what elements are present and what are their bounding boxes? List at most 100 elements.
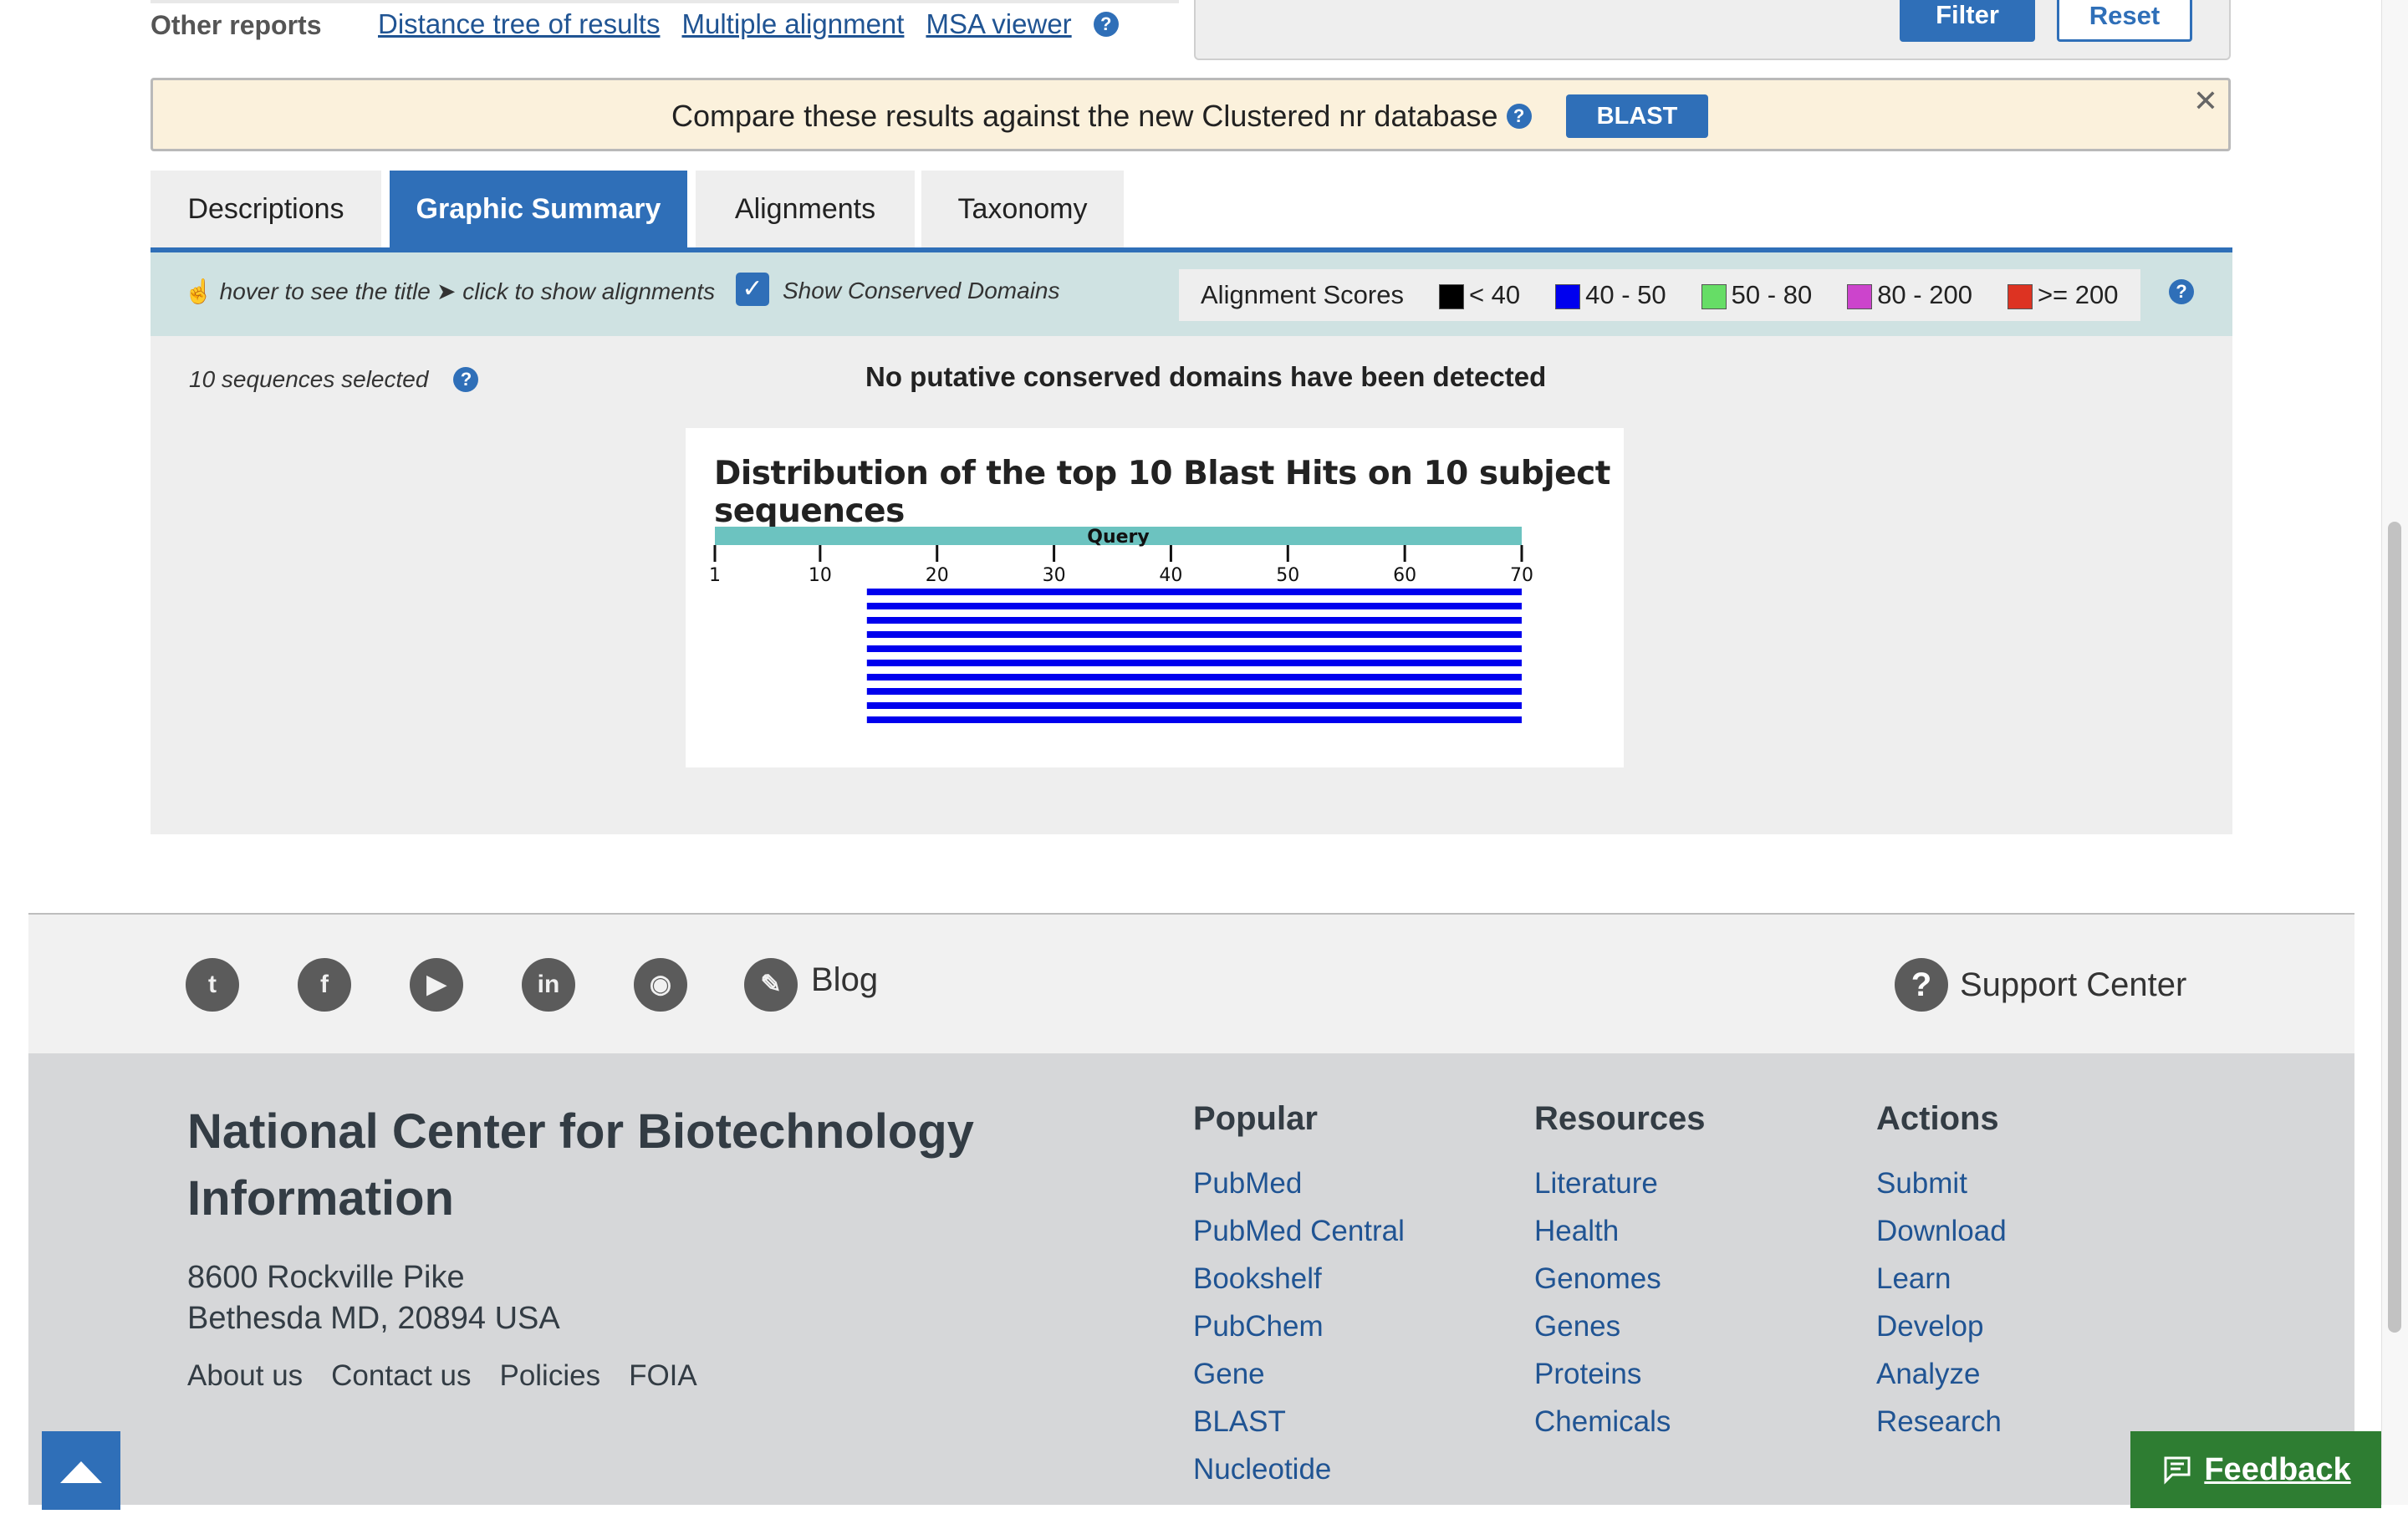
scroll-to-top-button[interactable] <box>42 1431 120 1510</box>
click-hint: ➤ click to show alignments <box>436 278 715 305</box>
feedback-button[interactable]: Feedback <box>2130 1431 2381 1508</box>
graphic-toolbar: ☝ hover to see the title ➤ click to show… <box>150 252 2232 336</box>
footer-link[interactable]: Develop <box>1876 1302 2007 1350</box>
footer-link[interactable]: Gene <box>1193 1350 1405 1398</box>
reset-button[interactable]: Reset <box>2057 0 2192 42</box>
tab-taxonomy[interactable]: Taxonomy <box>921 171 1124 247</box>
score-label: < 40 <box>1468 280 1521 309</box>
footer-link[interactable]: Literature <box>1534 1160 1706 1207</box>
blast-button[interactable]: BLAST <box>1566 94 1708 138</box>
score-label: 50 - 80 <box>1731 280 1813 309</box>
other-reports-links: Distance tree of results Multiple alignm… <box>378 8 1119 40</box>
contact-us-link[interactable]: Contact us <box>331 1359 471 1393</box>
address-line-2: Bethesda MD, 20894 USA <box>187 1301 560 1336</box>
hit-bar <box>866 716 1522 723</box>
tab-graphic-summary[interactable]: Graphic Summary <box>390 171 687 247</box>
address-line-1: 8600 Rockville Pike <box>187 1260 465 1295</box>
help-icon[interactable]: ? <box>1093 12 1119 37</box>
footer-col-heading: Actions <box>1876 1100 1999 1137</box>
score-legend-item: 50 - 80 <box>1701 280 1813 310</box>
org-name: National Center for Biotechnology Inform… <box>187 1104 974 1226</box>
footer-link[interactable]: Proteins <box>1534 1350 1706 1398</box>
footer-link[interactable]: Submit <box>1876 1160 2007 1207</box>
about-us-link[interactable]: About us <box>187 1359 303 1393</box>
facebook-icon[interactable]: f <box>298 958 351 1012</box>
footer-social-bar: t f ▶ in ◉ ✎ Blog ? Support Center <box>28 913 2354 1055</box>
show-domains-checkbox[interactable]: ✓ <box>736 273 769 306</box>
tick-label: 30 <box>1043 565 1066 586</box>
footer-link[interactable]: Research <box>1876 1398 2007 1445</box>
foia-link[interactable]: FOIA <box>629 1359 697 1393</box>
linkedin-icon[interactable]: in <box>522 958 575 1012</box>
filter-button[interactable]: Filter <box>1900 0 2035 42</box>
footer-link[interactable]: Analyze <box>1876 1350 2007 1398</box>
score-legend-item: < 40 <box>1438 280 1521 310</box>
address: 8600 Rockville Pike Bethesda MD, 20894 U… <box>187 1257 560 1339</box>
hit-bar <box>866 702 1522 709</box>
help-icon[interactable]: ? <box>2169 279 2194 304</box>
feedback-label: Feedback <box>2204 1451 2351 1487</box>
tick-label: 1 <box>709 565 721 586</box>
results-tabs: Descriptions Graphic Summary Alignments … <box>150 171 2232 251</box>
footer-link[interactable]: PubChem <box>1193 1302 1405 1350</box>
footer-col-heading: Popular <box>1193 1100 1318 1137</box>
tick-label: 40 <box>1159 565 1182 586</box>
multiple-alignment-link[interactable]: Multiple alignment <box>681 8 904 40</box>
hit-bar <box>866 674 1522 681</box>
footer-link[interactable]: PubMed Central <box>1193 1207 1405 1255</box>
sequences-selected: 10 sequences selected ? <box>189 366 479 393</box>
youtube-icon[interactable]: ▶ <box>410 958 463 1012</box>
footer-link[interactable]: Chemicals <box>1534 1398 1706 1445</box>
footer-link[interactable]: Nucleotide <box>1193 1445 1405 1493</box>
tick-label: 50 <box>1276 565 1299 586</box>
footer-link[interactable]: Learn <box>1876 1255 2007 1302</box>
score-label: 40 - 50 <box>1585 280 1666 309</box>
cursor-arrow-icon: ➤ <box>436 278 457 304</box>
arrow-up-icon <box>60 1461 102 1483</box>
banner-message-wrap: Compare these results against the new Cl… <box>671 99 1532 134</box>
hit-bar <box>866 660 1522 666</box>
score-swatch <box>1555 283 1581 309</box>
score-label: >= 200 <box>2037 280 2119 309</box>
click-hint-text: click to show alignments <box>462 278 716 304</box>
hit-bar <box>866 603 1522 609</box>
score-swatch <box>2007 283 2033 309</box>
footer-link[interactable]: Health <box>1534 1207 1706 1255</box>
filter-panel: Filter Reset <box>1194 0 2231 60</box>
close-icon[interactable]: ✕ <box>2193 84 2218 119</box>
tab-descriptions[interactable]: Descriptions <box>150 171 381 247</box>
score-legend-item: >= 200 <box>2007 280 2119 310</box>
tick-label: 70 <box>1510 565 1533 586</box>
question-icon: ? <box>1895 958 1948 1012</box>
support-center-link[interactable]: ? Support Center <box>1895 958 2186 1012</box>
msa-viewer-link[interactable]: MSA viewer <box>926 8 1071 40</box>
hits-chart: Query 1 10 20 30 40 50 60 70 <box>709 527 1533 723</box>
footer-link[interactable]: Bookshelf <box>1193 1255 1405 1302</box>
chat-icon <box>2164 1456 2191 1485</box>
github-icon[interactable]: ◉ <box>634 958 687 1012</box>
banner-message: Compare these results against the new Cl… <box>671 99 1498 133</box>
score-label: 80 - 200 <box>1877 280 1972 309</box>
footer-link[interactable]: PubMed <box>1193 1160 1405 1207</box>
no-domains-message: No putative conserved domains have been … <box>865 361 1547 392</box>
policies-link[interactable]: Policies <box>499 1359 600 1393</box>
blog-link[interactable]: Blog <box>811 961 878 999</box>
help-icon[interactable]: ? <box>1506 104 1532 129</box>
scrollbar-thumb[interactable] <box>2388 522 2401 1333</box>
footer-col-heading: Resources <box>1534 1100 1706 1137</box>
footer-main: National Center for Biotechnology Inform… <box>28 1053 2354 1505</box>
footer-link[interactable]: BLAST <box>1193 1398 1405 1445</box>
blog-icon[interactable]: ✎ <box>744 958 798 1012</box>
tab-alignments[interactable]: Alignments <box>696 171 915 247</box>
twitter-icon[interactable]: t <box>186 958 239 1012</box>
help-icon[interactable]: ? <box>453 367 479 392</box>
footer-link[interactable]: Genomes <box>1534 1255 1706 1302</box>
hit-bar <box>866 617 1522 624</box>
hover-hint: ☝ hover to see the title <box>184 278 431 305</box>
footer-link[interactable]: Download <box>1876 1207 2007 1255</box>
distance-tree-link[interactable]: Distance tree of results <box>378 8 660 40</box>
support-center-label: Support Center <box>1960 966 2187 1003</box>
footer-link[interactable]: Genes <box>1534 1302 1706 1350</box>
footer-col-resources: Resources Literature Health Genomes Gene… <box>1534 1100 1706 1445</box>
score-swatch <box>1701 283 1727 309</box>
